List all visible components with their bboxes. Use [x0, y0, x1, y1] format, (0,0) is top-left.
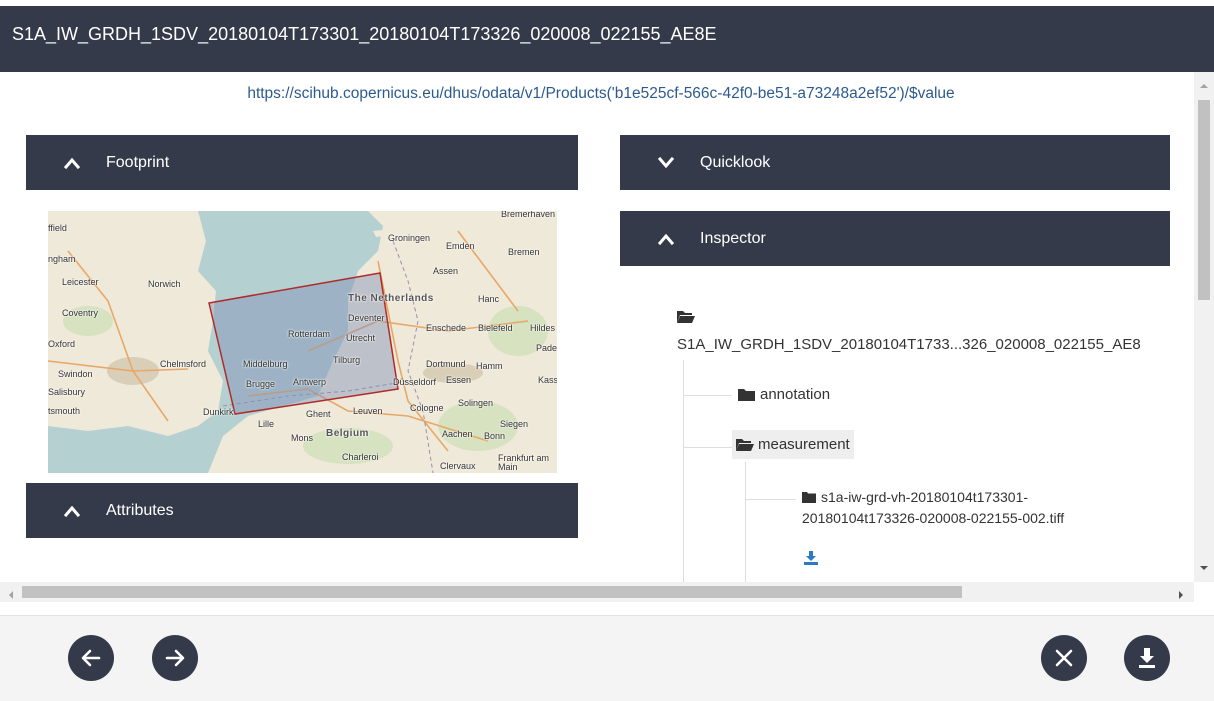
download-product-button[interactable] [1124, 635, 1170, 681]
map-label: Frankfurt am Main [498, 453, 550, 472]
map-label: Salisbury [48, 387, 86, 397]
attributes-panel-label: Attributes [106, 501, 174, 519]
map-label: Solingen [458, 398, 494, 408]
footprint-map[interactable]: Bremerhaven Groningen Emden Bremen Assen… [48, 211, 557, 473]
arrow-right-icon [163, 646, 187, 670]
map-label: Enschede [426, 323, 467, 333]
tree-connector [746, 499, 796, 500]
map-label: The Netherlands [348, 293, 434, 304]
map-label: Utrecht [346, 333, 376, 343]
chevron-up-icon [64, 155, 80, 171]
map-label: Charleroi [342, 452, 379, 462]
map-label: Siegen [500, 419, 529, 429]
map-label: Hildes [530, 323, 556, 333]
tree-node-label: measurement [758, 436, 850, 453]
map-label: Ghent [306, 409, 331, 419]
map-label: Tilburg [333, 355, 361, 365]
dialog-footer [0, 615, 1214, 701]
map-label: Assen [433, 266, 459, 276]
map-label: ffield [48, 223, 67, 233]
map-label: tsmouth [48, 406, 81, 416]
chevron-down-icon [658, 155, 674, 171]
map-label: Middelburg [243, 359, 288, 369]
tree-node-label: annotation [760, 386, 831, 403]
inspector-panel-label: Inspector [700, 229, 766, 247]
product-details-content: https://scihub.copernicus.eu/dhus/odata/… [8, 72, 1214, 582]
quicklook-panel-label: Quicklook [700, 153, 771, 171]
dialog-header: S1A_IW_GRDH_1SDV_20180104T173301_2018010… [0, 6, 1214, 72]
map-label: Deventer [348, 313, 385, 323]
map-label: Oxford [48, 339, 76, 349]
folder-open-icon[interactable] [677, 310, 695, 324]
tree-connector [684, 447, 732, 448]
file-name-line2: 20180104t173326-020008-022155-002.tiff [802, 510, 1065, 526]
map-label: Bielefeld [478, 323, 513, 333]
inspector-root-node[interactable]: S1A_IW_GRDH_1SDV_20180104T1733...326_020… [677, 336, 1141, 353]
map-label: Groningen [388, 233, 431, 243]
map-label: Rotterdam [288, 329, 331, 339]
next-product-button[interactable] [152, 635, 198, 681]
map-label: Emden [446, 241, 475, 251]
map-label: Kass [538, 375, 557, 385]
tree-node-measurement[interactable]: measurement [732, 430, 854, 459]
map-label: Norwich [148, 279, 181, 289]
product-url-link[interactable]: https://scihub.copernicus.eu/dhus/odata/… [8, 85, 1194, 103]
map-label: Bremen [508, 247, 540, 257]
download-icon [1136, 647, 1158, 669]
map-label: Bremerhaven [501, 211, 556, 219]
map-label: Mons [291, 433, 314, 443]
scroll-down-arrow-icon[interactable] [1199, 560, 1209, 570]
footprint-panel-label: Footprint [106, 153, 170, 171]
scroll-right-arrow-icon[interactable] [1176, 587, 1186, 599]
map-label: Hamm [476, 361, 503, 371]
folder-icon [738, 388, 756, 402]
folder-open-icon [736, 438, 754, 452]
vertical-scrollbar[interactable] [1194, 72, 1214, 582]
attributes-panel-header[interactable]: Attributes [26, 483, 578, 538]
map-label: Düsseldorf [393, 377, 437, 387]
map-label: Leicester [62, 277, 99, 287]
quicklook-panel-header[interactable]: Quicklook [620, 135, 1170, 190]
folder-icon [802, 488, 816, 503]
map-label: Lille [258, 419, 275, 429]
previous-product-button[interactable] [68, 635, 114, 681]
tree-connector [683, 360, 684, 582]
map-label: Cologne [410, 403, 444, 413]
tree-connector [745, 462, 746, 582]
map-label: Bonn [484, 431, 506, 441]
horizontal-scroll-thumb[interactable] [22, 586, 962, 598]
map-label: Chelmsford [160, 359, 207, 369]
product-title: S1A_IW_GRDH_1SDV_20180104T173301_2018010… [12, 24, 717, 44]
tree-node-tiff-file[interactable]: s1a-iw-grd-vh-20180104t173301- 20180104t… [802, 487, 1064, 529]
tree-node-annotation[interactable]: annotation [738, 386, 830, 403]
map-label: Swindon [58, 369, 93, 379]
map-label: Belgium [326, 428, 369, 439]
map-label: ngham [48, 254, 76, 264]
horizontal-scrollbar[interactable] [0, 582, 1194, 602]
close-icon [1053, 647, 1075, 669]
map-label: Antwerp [293, 377, 327, 387]
map-label: Dortmund [426, 359, 466, 369]
map-label: Aachen [442, 429, 473, 439]
footprint-panel-header[interactable]: Footprint [26, 135, 578, 190]
scroll-left-arrow-icon[interactable] [6, 587, 16, 599]
map-label: Leuven [353, 406, 383, 416]
tree-connector [684, 395, 732, 396]
arrow-left-icon [79, 646, 103, 670]
close-button[interactable] [1041, 635, 1087, 681]
download-icon[interactable] [804, 551, 818, 565]
map-label: Essen [446, 375, 472, 385]
map-label: Coventry [62, 308, 99, 318]
inspector-panel-header[interactable]: Inspector [620, 211, 1170, 266]
map-label: Hanc [478, 294, 500, 304]
chevron-up-icon [64, 503, 80, 519]
map-label: Pade [536, 343, 557, 353]
map-label: Brugge [246, 379, 276, 389]
map-label: Dunkirk [203, 407, 234, 417]
chevron-up-icon [658, 231, 674, 247]
vertical-scroll-thumb[interactable] [1198, 100, 1210, 300]
map-label: Clervaux [440, 461, 476, 471]
file-name-line1: s1a-iw-grd-vh-20180104t173301- [821, 489, 1029, 505]
scroll-up-arrow-icon[interactable] [1199, 78, 1209, 88]
